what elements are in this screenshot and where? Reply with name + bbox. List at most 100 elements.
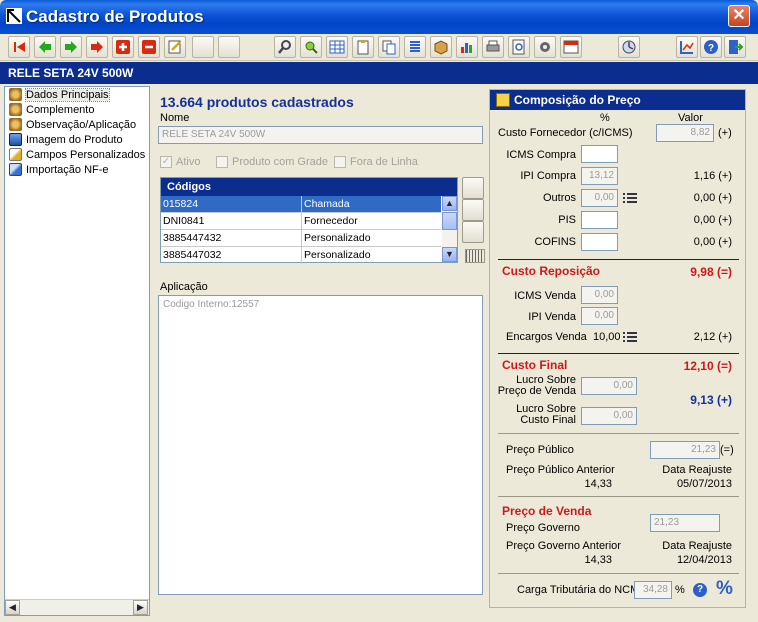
preview-icon[interactable] <box>508 36 530 58</box>
exit-icon[interactable] <box>724 36 746 58</box>
divider <box>498 353 739 354</box>
pis-field[interactable] <box>581 211 618 229</box>
scroll-down-icon[interactable]: ▼ <box>442 247 457 262</box>
custo-final-value: 12,10 (=) <box>683 359 732 373</box>
add-record-icon[interactable] <box>112 36 134 58</box>
outros-field[interactable]: 0,00 <box>581 189 618 207</box>
pct-column-header: % <box>600 112 610 124</box>
name-field[interactable]: RELE SETA 24V 500W <box>158 126 483 144</box>
lucro-custo-label: Lucro Sobre Custo Final <box>516 403 576 426</box>
tree-item-imagem[interactable]: Imagem do Produto <box>9 132 123 147</box>
help-icon[interactable]: ? <box>693 583 707 597</box>
codes-table-header: Códigos <box>161 178 457 196</box>
scroll-thumb[interactable] <box>442 212 457 230</box>
first-record-icon[interactable] <box>8 36 30 58</box>
preco-publico-anterior-label: Preço Público Anterior <box>506 464 615 476</box>
icms-compra-label: ICMS Compra <box>506 149 576 161</box>
fora-linha-checkbox[interactable]: Fora de Linha <box>334 156 418 168</box>
picture-icon <box>9 133 22 146</box>
edit-code-button[interactable] <box>462 199 484 221</box>
custo-reposicao-label: Custo Reposição <box>502 264 601 278</box>
price-panel-header: Composição do Preço <box>490 90 745 110</box>
grid-icon[interactable] <box>326 36 348 58</box>
help-icon[interactable]: ? <box>700 36 722 58</box>
ipi-venda-field[interactable]: 0,00 <box>581 307 618 325</box>
add-code-button[interactable] <box>462 177 484 199</box>
tree-item-observacao[interactable]: Observação/Aplicação <box>9 117 136 132</box>
save-icon[interactable] <box>192 36 214 58</box>
preco-venda-label: Preço de Venda <box>502 504 592 518</box>
outros-value: 0,00 (+) <box>693 192 732 204</box>
calendar-icon[interactable] <box>560 36 582 58</box>
scroll-up-icon[interactable]: ▲ <box>442 196 457 211</box>
table-row[interactable]: 015824 Chamada <box>161 196 441 213</box>
box-icon[interactable] <box>430 36 452 58</box>
list-icon[interactable] <box>623 331 637 343</box>
delete-code-button[interactable] <box>462 221 484 243</box>
last-record-icon[interactable] <box>86 36 108 58</box>
lucro-preco-field[interactable]: 0,00 <box>581 377 637 395</box>
export-icon[interactable] <box>618 36 640 58</box>
ipi-compra-field[interactable]: 13,12 <box>581 167 618 185</box>
tree-horizontal-scrollbar[interactable]: ◀ ▶ <box>5 599 149 615</box>
carga-tributaria-field[interactable]: 34,28 <box>634 581 672 599</box>
grade-checkbox[interactable]: Produto com Grade <box>216 156 328 168</box>
scroll-right-icon[interactable]: ▶ <box>133 600 148 615</box>
icms-compra-field[interactable] <box>581 145 618 163</box>
cancel-icon[interactable] <box>218 36 240 58</box>
data-reajuste-label: Data Reajuste <box>662 540 732 552</box>
table-row[interactable]: 3885447432 Personalizado <box>161 230 441 247</box>
lucro-custo-field[interactable]: 0,00 <box>581 407 637 425</box>
toolbar: ? <box>0 34 758 61</box>
custo-fornecedor-field[interactable]: 8,82 <box>656 124 714 142</box>
encargos-pct: 10,00 <box>593 331 621 343</box>
cofins-label: COFINS <box>534 236 576 248</box>
clipboard-icon[interactable] <box>352 36 374 58</box>
scroll-left-icon[interactable]: ◀ <box>5 600 20 615</box>
aplicacao-label: Aplicação <box>160 281 208 293</box>
percent-label: % <box>675 584 685 596</box>
table-row[interactable]: DNI0841 Fornecedor <box>161 213 441 230</box>
chart-icon[interactable] <box>456 36 478 58</box>
tree-item-complemento[interactable]: Complemento <box>9 102 94 117</box>
aplicacao-textarea[interactable]: Codigo Interno:12557 <box>158 295 483 595</box>
preco-governo-anterior-value: 14,33 <box>584 554 612 566</box>
print-icon[interactable] <box>482 36 504 58</box>
lucro-total: 9,13 (+) <box>690 393 732 407</box>
outros-label: Outros <box>542 192 576 204</box>
data-reajuste-value: 05/07/2013 <box>676 478 732 490</box>
list-icon[interactable] <box>404 36 426 58</box>
plus-sign: (+) <box>718 127 732 139</box>
tree-item-dados-principais[interactable]: Dados Principais <box>9 87 110 102</box>
previous-record-icon[interactable] <box>34 36 56 58</box>
report-icon[interactable] <box>676 36 698 58</box>
settings-icon[interactable] <box>534 36 556 58</box>
delete-record-icon[interactable] <box>138 36 160 58</box>
preco-publico-field[interactable]: 21,23 <box>650 441 720 459</box>
list-icon[interactable] <box>623 192 637 204</box>
table-row[interactable]: 3885447032 Personalizado <box>161 247 441 264</box>
equals-sign: (=) <box>720 444 734 456</box>
edit-icon <box>496 93 510 107</box>
navigation-tree: Dados Principais Complemento Observação/… <box>4 86 150 616</box>
data-reajuste-label: Data Reajuste <box>662 464 732 476</box>
icms-venda-field[interactable]: 0,00 <box>581 286 618 304</box>
next-record-icon[interactable] <box>60 36 82 58</box>
copy-icon[interactable] <box>378 36 400 58</box>
gear-icon <box>9 103 22 116</box>
codes-scrollbar[interactable]: ▲ ▼ <box>442 196 457 262</box>
ativo-checkbox[interactable]: ✓ Ativo <box>160 156 200 168</box>
tree-item-importacao[interactable]: Importação NF-e <box>9 162 109 177</box>
barcode-icon[interactable] <box>465 249 485 263</box>
search-icon[interactable] <box>274 36 296 58</box>
product-count-title: 13.664 produtos cadastrados <box>160 94 354 110</box>
ipi-compra-value: 1,16 (+) <box>693 170 732 182</box>
close-button[interactable]: ✕ <box>728 5 750 27</box>
advanced-search-icon[interactable] <box>300 36 322 58</box>
tree-item-campos[interactable]: Campos Personalizados <box>9 147 145 162</box>
percent-calc-icon[interactable]: % <box>716 578 733 600</box>
preco-governo-field[interactable]: 21,23 <box>650 514 720 532</box>
product-name-bar: RELE SETA 24V 500W <box>0 62 758 84</box>
cofins-field[interactable] <box>581 233 618 251</box>
edit-record-icon[interactable] <box>164 36 186 58</box>
